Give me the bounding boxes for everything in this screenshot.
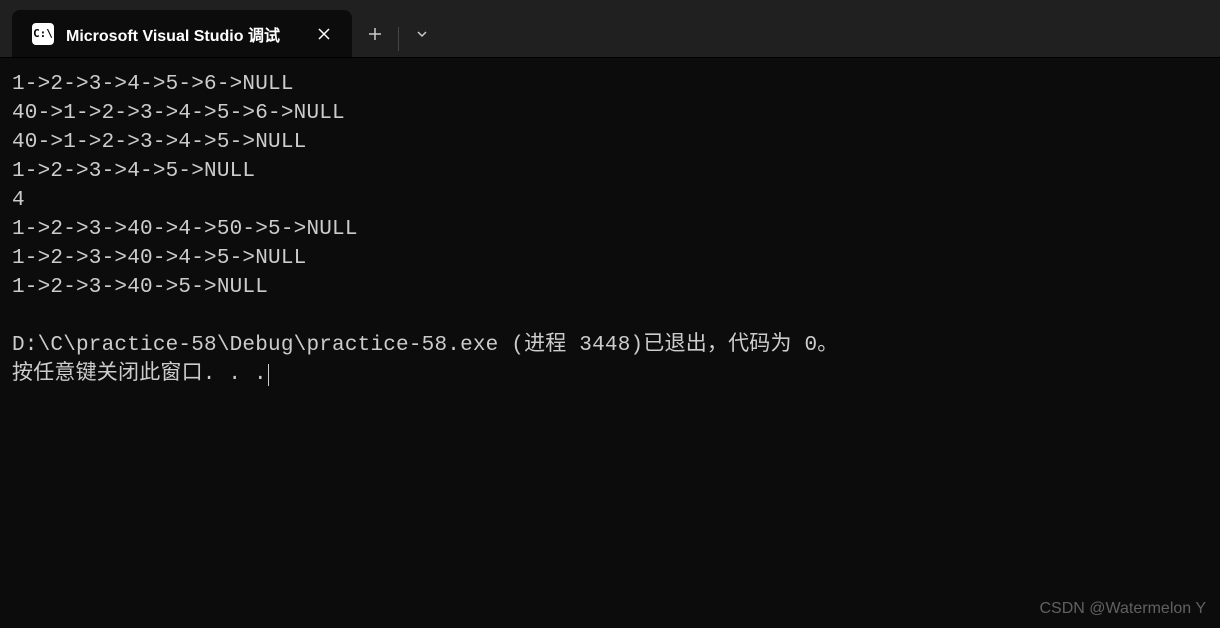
console-icon: C:\ bbox=[32, 23, 54, 45]
terminal-line: 按任意键关闭此窗口. . . bbox=[12, 363, 267, 386]
tab-title: Microsoft Visual Studio 调试 bbox=[66, 22, 300, 46]
terminal-line: 1->2->3->40->4->50->5->NULL bbox=[12, 218, 358, 241]
terminal-line: 1->2->3->40->4->5->NULL bbox=[12, 247, 306, 270]
titlebar: C:\ Microsoft Visual Studio 调试 bbox=[0, 0, 1220, 58]
terminal-line: 1->2->3->4->5->NULL bbox=[12, 160, 255, 183]
terminal-line: 1->2->3->40->5->NULL bbox=[12, 276, 268, 299]
watermark: CSDN @Watermelon Y bbox=[1039, 600, 1206, 618]
titlebar-actions bbox=[352, 10, 445, 57]
text-cursor bbox=[268, 364, 269, 386]
terminal-line: D:\C\practice-58\Debug\practice-58.exe (… bbox=[12, 334, 839, 357]
terminal-line: 40->1->2->3->4->5->6->NULL bbox=[12, 102, 345, 125]
close-tab-button[interactable] bbox=[312, 22, 336, 46]
terminal-output[interactable]: 1->2->3->4->5->6->NULL 40->1->2->3->4->5… bbox=[0, 58, 1220, 401]
terminal-line: 1->2->3->4->5->6->NULL bbox=[12, 73, 294, 96]
terminal-line: 4 bbox=[12, 189, 25, 212]
terminal-line: 40->1->2->3->4->5->NULL bbox=[12, 131, 306, 154]
tab-dropdown-button[interactable] bbox=[399, 10, 445, 58]
new-tab-button[interactable] bbox=[352, 10, 398, 58]
tab-active[interactable]: C:\ Microsoft Visual Studio 调试 bbox=[12, 10, 352, 57]
